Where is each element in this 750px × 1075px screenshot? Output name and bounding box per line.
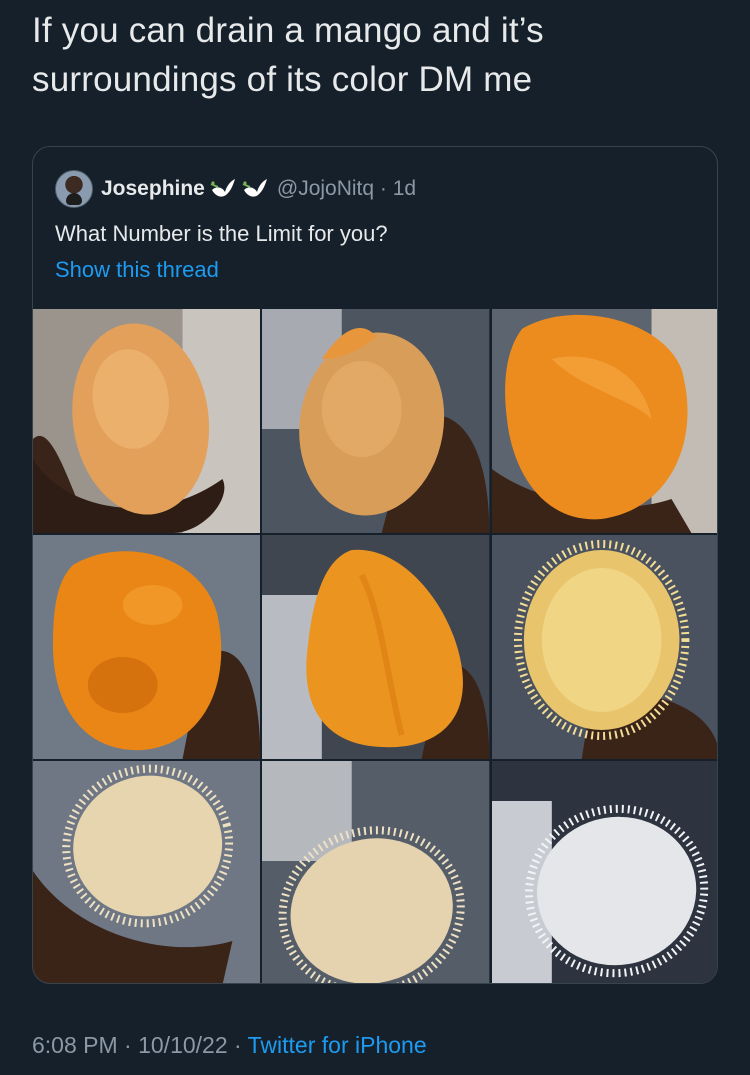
time-date: 6:08 PM · 10/10/22 ·	[32, 1032, 248, 1058]
tweet-text: If you can drain a mango and it’s surrou…	[32, 6, 722, 104]
quoted-tweet-card[interactable]: Josephine @JojoNitq · 1d What Number is …	[32, 146, 718, 984]
mango-image-4[interactable]	[33, 535, 261, 759]
show-thread-link[interactable]: Show this thread	[55, 257, 219, 283]
mango-image-8[interactable]	[262, 761, 490, 983]
quoted-author-handle[interactable]: @JojoNitq · 1d	[277, 177, 416, 201]
image-grid[interactable]	[33, 309, 717, 983]
tweet-text-line-1: If you can drain a mango and it’s	[32, 11, 544, 50]
mango-image-3[interactable]	[491, 309, 717, 533]
quoted-tweet-text: What Number is the Limit for you?	[55, 221, 388, 246]
mango-image-7[interactable]	[33, 761, 261, 983]
mango-image-5[interactable]	[262, 535, 490, 759]
tweet-timestamp: 6:08 PM · 10/10/22 · Twitter for iPhone	[32, 1032, 427, 1059]
dove-emoji-icon	[210, 179, 235, 197]
mango-image-2[interactable]	[262, 309, 490, 533]
source-link[interactable]: Twitter for iPhone	[248, 1032, 427, 1058]
mango-image-9[interactable]	[491, 761, 717, 983]
dove-emoji-icon	[242, 179, 267, 197]
tweet-text-line-2: surroundings of its color DM me	[32, 60, 533, 99]
mango-image-6[interactable]	[491, 535, 717, 759]
quoted-tweet-header: Josephine @JojoNitq · 1d	[55, 169, 416, 209]
quoted-author-name[interactable]: Josephine	[101, 177, 205, 201]
mango-image-1[interactable]	[33, 309, 261, 533]
avatar[interactable]	[55, 170, 93, 208]
